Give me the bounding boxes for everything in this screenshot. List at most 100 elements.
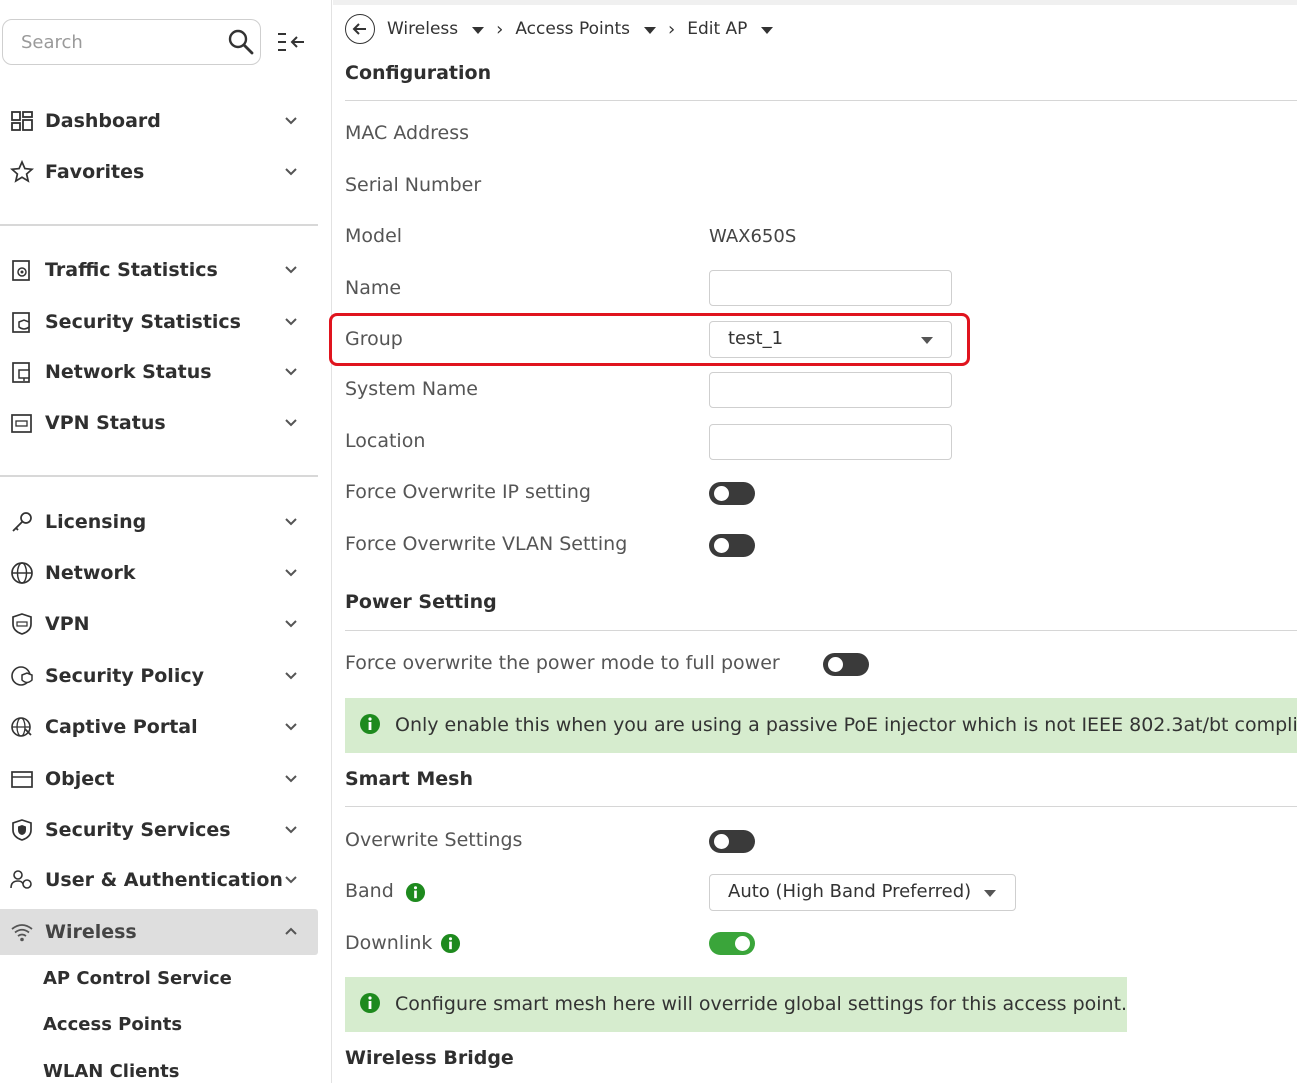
breadcrumb-edit-ap: Edit AP bbox=[687, 19, 748, 39]
sidebar-item-network[interactable]: Network bbox=[0, 550, 318, 596]
breadcrumb-wireless[interactable]: Wireless bbox=[387, 19, 458, 39]
caret-down-icon bbox=[921, 337, 933, 344]
chevron-down-icon[interactable] bbox=[282, 668, 300, 684]
sidebar-item-label: Captive Portal bbox=[45, 716, 198, 738]
force-full-power-toggle[interactable] bbox=[823, 653, 869, 676]
downlink-toggle[interactable] bbox=[709, 932, 755, 955]
sidebar-item-label: Security Policy bbox=[45, 665, 204, 687]
breadcrumb-access-points[interactable]: Access Points bbox=[515, 19, 630, 39]
info-icon[interactable] bbox=[440, 933, 461, 954]
sidebar-item-object[interactable]: Object bbox=[0, 756, 318, 802]
chevron-down-icon[interactable] bbox=[282, 314, 300, 330]
sidebar-item-dashboard[interactable]: Dashboard bbox=[0, 98, 318, 144]
sidebar-item-favorites[interactable]: Favorites bbox=[0, 149, 318, 195]
sidebar-item-user-authentication[interactable]: User & Authentication bbox=[0, 857, 318, 903]
collapse-menu-icon[interactable] bbox=[276, 30, 308, 54]
group-select[interactable]: test_1 bbox=[709, 321, 952, 358]
globe-icon bbox=[11, 562, 33, 584]
mac-address-label: MAC Address bbox=[345, 122, 470, 144]
model-label: Model bbox=[345, 225, 403, 247]
sidebar-item-vpn-status[interactable]: VPN Status bbox=[0, 400, 318, 446]
sidebar-item-label: Wireless bbox=[45, 921, 137, 943]
chevron-down-icon[interactable] bbox=[282, 872, 300, 888]
sidebar-item-label: Network bbox=[45, 562, 136, 584]
system-name-input[interactable] bbox=[709, 372, 952, 408]
traffic-statistics-icon bbox=[12, 260, 30, 281]
sidebar-item-label: VPN Status bbox=[45, 412, 166, 434]
overwrite-settings-toggle[interactable] bbox=[709, 830, 755, 853]
sidebar-subitem-wlan-clients[interactable]: WLAN Clients bbox=[43, 1061, 179, 1082]
toggle-knob bbox=[714, 486, 729, 501]
chevron-down-icon[interactable] bbox=[282, 822, 300, 838]
vpn-status-icon bbox=[11, 414, 32, 433]
back-button[interactable] bbox=[345, 14, 375, 44]
sidebar-divider bbox=[0, 475, 318, 477]
chevron-down-icon[interactable] bbox=[282, 616, 300, 632]
section-divider bbox=[345, 630, 1297, 631]
caret-down-icon[interactable] bbox=[644, 26, 657, 34]
sidebar-item-licensing[interactable]: Licensing bbox=[0, 499, 318, 545]
force-overwrite-vlan-toggle[interactable] bbox=[709, 534, 755, 557]
sidebar-item-security-services[interactable]: Security Services bbox=[0, 807, 318, 853]
info-icon[interactable] bbox=[405, 882, 426, 903]
location-input[interactable] bbox=[709, 424, 952, 460]
sidebar-item-wireless[interactable]: Wireless bbox=[0, 909, 318, 955]
sidebar-item-label: User & Authentication bbox=[45, 869, 283, 891]
chevron-down-icon[interactable] bbox=[282, 719, 300, 735]
chevron-down-icon[interactable] bbox=[282, 415, 300, 431]
chevron-down-icon[interactable] bbox=[282, 262, 300, 278]
section-title-power-setting: Power Setting bbox=[345, 591, 497, 613]
sidebar-subitem-access-points[interactable]: Access Points bbox=[43, 1014, 182, 1035]
sidebar-item-network-status[interactable]: Network Status bbox=[0, 349, 318, 395]
main-content: Wireless › Access Points › Edit AP Confi… bbox=[329, 0, 1297, 1083]
network-status-icon bbox=[12, 362, 30, 383]
chevron-down-icon[interactable] bbox=[282, 364, 300, 380]
sidebar-item-security-policy[interactable]: Security Policy bbox=[0, 653, 318, 699]
sidebar-item-label: Traffic Statistics bbox=[45, 259, 218, 281]
name-label: Name bbox=[345, 277, 402, 299]
search-input[interactable] bbox=[21, 29, 221, 55]
top-strip bbox=[333, 0, 1297, 5]
section-title-configuration: Configuration bbox=[345, 62, 492, 84]
section-title-wireless-bridge: Wireless Bridge bbox=[345, 1047, 514, 1069]
chevron-down-icon[interactable] bbox=[282, 514, 300, 530]
location-label: Location bbox=[345, 430, 426, 452]
chevron-right-icon: › bbox=[668, 18, 676, 40]
chevron-down-icon[interactable] bbox=[282, 164, 300, 180]
chevron-down-icon[interactable] bbox=[282, 113, 300, 129]
security-policy-icon bbox=[11, 666, 33, 686]
info-icon bbox=[360, 714, 380, 734]
captive-portal-icon bbox=[11, 717, 32, 737]
name-input[interactable] bbox=[709, 270, 952, 306]
search-box[interactable] bbox=[2, 19, 261, 65]
sidebar-item-traffic-statistics[interactable]: Traffic Statistics bbox=[0, 247, 318, 293]
chevron-down-icon[interactable] bbox=[282, 565, 300, 581]
caret-down-icon[interactable] bbox=[761, 26, 774, 34]
serial-number-label: Serial Number bbox=[345, 174, 482, 196]
sidebar-item-label: Network Status bbox=[45, 361, 212, 383]
section-divider bbox=[345, 806, 1297, 807]
section-title-smart-mesh: Smart Mesh bbox=[345, 768, 473, 790]
sidebar-item-captive-portal[interactable]: Captive Portal bbox=[0, 704, 318, 750]
chevron-down-icon[interactable] bbox=[282, 771, 300, 787]
mesh-note-text: Configure smart mesh here will override … bbox=[395, 993, 1128, 1015]
force-overwrite-ip-toggle[interactable] bbox=[709, 482, 755, 505]
force-full-power-label: Force overwrite the power mode to full p… bbox=[345, 652, 780, 674]
downlink-label: Downlink bbox=[345, 932, 433, 954]
info-icon bbox=[360, 993, 380, 1013]
users-icon bbox=[10, 870, 32, 889]
caret-down-icon[interactable] bbox=[472, 26, 485, 34]
sidebar-item-vpn[interactable]: VPN bbox=[0, 601, 318, 647]
sidebar-item-security-statistics[interactable]: Security Statistics bbox=[0, 299, 318, 345]
search-icon[interactable] bbox=[227, 28, 255, 56]
band-select[interactable]: Auto (High Band Preferred) bbox=[709, 874, 1016, 911]
toggle-knob bbox=[828, 657, 843, 672]
arrow-left-icon bbox=[352, 23, 366, 35]
sidebar-item-label: Favorites bbox=[45, 161, 145, 183]
key-icon bbox=[12, 512, 32, 532]
sidebar-subitem-ap-control-service[interactable]: AP Control Service bbox=[43, 968, 232, 989]
chevron-up-icon[interactable] bbox=[282, 924, 300, 940]
group-label: Group bbox=[345, 328, 403, 350]
power-note: Only enable this when you are using a pa… bbox=[345, 698, 1297, 753]
toggle-knob bbox=[735, 936, 750, 951]
